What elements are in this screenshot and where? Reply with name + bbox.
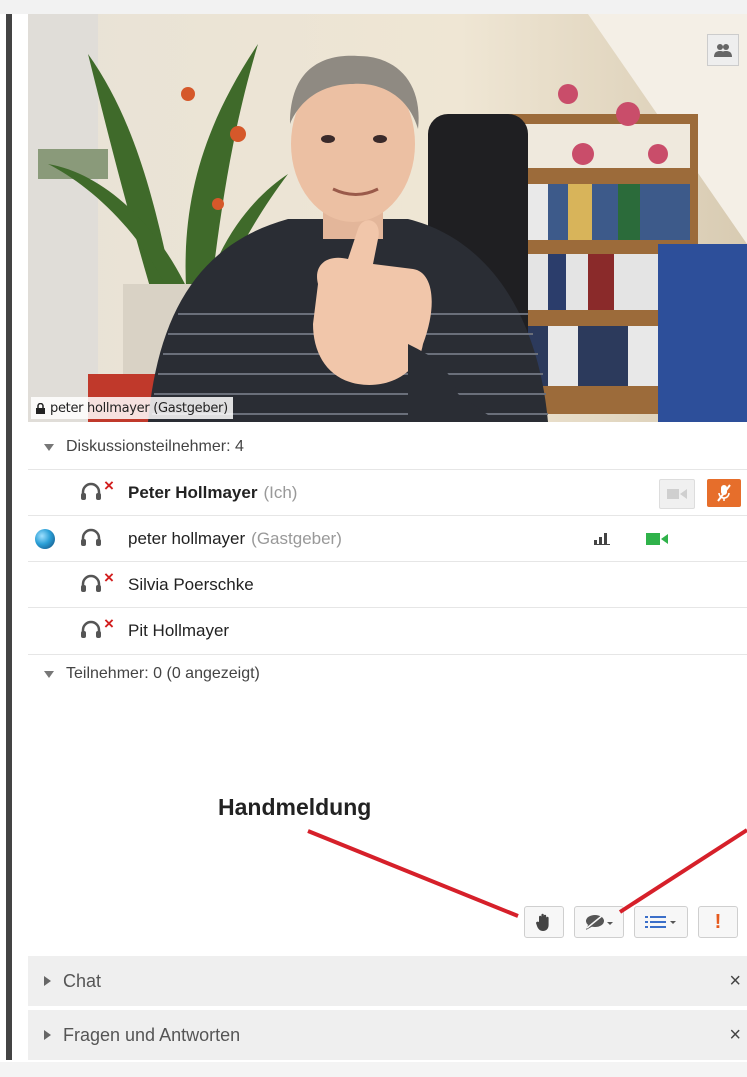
expand-triangle-icon xyxy=(44,670,54,678)
exclamation-icon: ! xyxy=(714,910,722,933)
qa-panel-title: Fragen und Antworten xyxy=(63,1024,241,1045)
participant-row[interactable]: × Silvia Poerschke xyxy=(28,561,747,608)
list-options-button[interactable] xyxy=(634,906,688,938)
list-menu-icon xyxy=(645,916,676,928)
raise-hand-button[interactable] xyxy=(524,906,564,938)
signal-strength-icon xyxy=(594,533,610,545)
window-bottom-strip xyxy=(0,1062,747,1077)
participant-name-text: Silvia Poerschke xyxy=(128,575,254,594)
video-feed: peter hollmayer (Gastgeber) xyxy=(28,14,747,422)
qa-panel-header[interactable]: Fragen und Antworten × xyxy=(28,1010,747,1060)
participant-name-text: peter hollmayer xyxy=(128,529,246,548)
people-icon xyxy=(714,44,732,57)
video-camera-icon xyxy=(667,489,687,499)
alert-button[interactable]: ! xyxy=(698,906,738,938)
muted-x-icon: × xyxy=(104,568,114,587)
attendees-section-header[interactable]: Teilnehmer: 0 (0 angezeigt) xyxy=(28,654,747,693)
participant-name: peter hollmayer (Gastgeber) xyxy=(128,529,342,549)
muted-x-icon: × xyxy=(104,476,114,495)
feedback-speech-icon xyxy=(586,914,613,930)
participant-name-text: Pit Hollmayer xyxy=(128,621,230,640)
lock-icon xyxy=(36,402,45,414)
participant-name-text: Peter Hollmayer xyxy=(128,483,258,502)
muted-x-icon: × xyxy=(104,614,114,633)
window-top-strip xyxy=(0,0,747,14)
video-caption: peter hollmayer (Gastgeber) xyxy=(31,397,233,419)
chat-panel-title: Chat xyxy=(63,970,102,991)
participants-panel: peter hollmayer (Gastgeber) Diskussionst… xyxy=(28,14,747,1062)
headset-icon xyxy=(81,620,101,638)
participant-role: (Gastgeber) xyxy=(251,529,342,548)
chat-panel-header[interactable]: Chat × xyxy=(28,956,747,1006)
headset-icon xyxy=(81,482,101,500)
participant-name: Silvia Poerschke xyxy=(128,575,254,595)
hand-icon xyxy=(536,913,549,931)
headset-icon xyxy=(81,528,101,546)
participant-role: (Ich) xyxy=(263,483,298,502)
presenter-globe-icon xyxy=(35,529,55,549)
attendees-header-text: Teilnehmer: 0 (0 angezeigt) xyxy=(66,665,260,682)
close-icon[interactable]: × xyxy=(729,1024,741,1047)
participant-name: Pit Hollmayer xyxy=(128,621,229,641)
collapse-triangle-icon xyxy=(44,1030,51,1040)
collapse-triangle-icon xyxy=(44,976,51,986)
camera-toggle-button[interactable] xyxy=(659,479,695,509)
expand-triangle-icon xyxy=(44,443,54,451)
close-icon[interactable]: × xyxy=(729,970,741,993)
microphone-muted-icon xyxy=(717,484,731,502)
participant-row[interactable]: peter hollmayer (Gastgeber) xyxy=(28,515,747,562)
video-camera-active-icon xyxy=(646,533,668,545)
headset-icon xyxy=(81,574,101,592)
annotation-label: Handmeldung xyxy=(218,794,372,820)
microphone-toggle-button[interactable] xyxy=(707,479,741,507)
webcam-image xyxy=(28,14,747,422)
discussion-header-text: Diskussionsteilnehmer: 4 xyxy=(66,438,244,455)
participants-view-button[interactable] xyxy=(707,34,739,66)
participant-row[interactable]: × Pit Hollmayer xyxy=(28,607,747,654)
feedback-dropdown-button[interactable] xyxy=(574,906,624,938)
window-left-border xyxy=(6,14,12,1060)
discussion-section-header[interactable]: Diskussionsteilnehmer: 4 xyxy=(28,428,747,466)
video-caption-text: peter hollmayer (Gastgeber) xyxy=(50,400,228,416)
participant-name: Peter Hollmayer (Ich) xyxy=(128,483,297,503)
participant-row[interactable]: × Peter Hollmayer (Ich) xyxy=(28,469,747,516)
